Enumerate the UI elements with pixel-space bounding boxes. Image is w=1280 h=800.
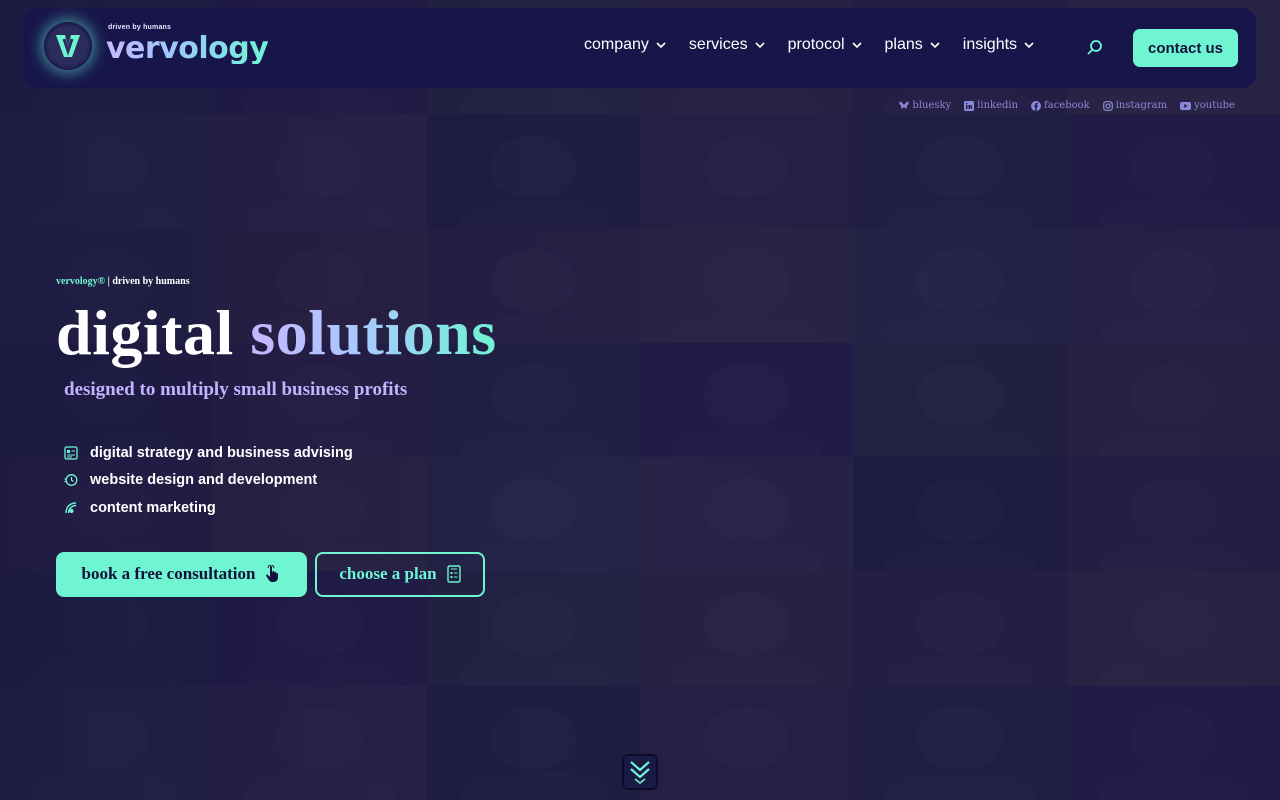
nav-item-label: protocol	[787, 36, 845, 53]
social-link-label: instagram	[1115, 100, 1168, 111]
facebook-icon	[1031, 100, 1042, 111]
button-label: book a free consultation	[81, 564, 256, 583]
hero-subhead: designed to multiply small business prof…	[64, 379, 408, 400]
scroll-down-button[interactable]	[622, 754, 658, 790]
choose-plan-button[interactable]: choose a plan	[315, 551, 485, 597]
social-link-label: linkedin	[977, 100, 1019, 111]
logo-wordmark: vervology	[106, 31, 269, 66]
feature-list: digital strategy and business advising w…	[56, 439, 756, 522]
social-link-instagram[interactable]: instagram	[1102, 100, 1168, 111]
feature-label: digital strategy and business advising	[90, 444, 353, 461]
chevron-down-icon	[755, 42, 765, 49]
plan-list-icon	[446, 565, 461, 583]
double-chevron-down-icon	[630, 761, 650, 785]
logo-mark-icon	[44, 22, 92, 70]
logo-tagline: driven by humans	[108, 24, 172, 31]
feature-label: content marketing	[90, 499, 216, 516]
nav-item-plans[interactable]: plans	[885, 36, 941, 54]
pointer-hand-icon	[265, 565, 281, 583]
marketing-icon	[64, 501, 78, 515]
hero-section: vervology® | driven by humans digital so…	[56, 276, 756, 597]
nav-item-label: company	[584, 36, 649, 53]
nav-item-services[interactable]: services	[689, 36, 766, 54]
eyebrow-brand: vervology®	[56, 276, 106, 287]
book-consultation-button[interactable]: book a free consultation	[56, 551, 307, 597]
social-link-label: facebook	[1044, 100, 1090, 111]
social-link-youtube[interactable]: youtube	[1180, 100, 1235, 111]
social-link-label: youtube	[1194, 100, 1235, 111]
chevron-down-icon	[1024, 42, 1034, 49]
youtube-icon	[1180, 101, 1192, 110]
instagram-icon	[1102, 100, 1113, 111]
hero-eyebrow: vervology® | driven by humans	[56, 276, 756, 287]
main-nav: company services protocol plans insights	[584, 36, 1057, 54]
headline-word-2: solutions	[250, 297, 497, 368]
nav-item-label: insights	[962, 36, 1018, 53]
list-item: digital strategy and business advising	[56, 439, 756, 467]
list-item: website design and development	[56, 467, 756, 495]
website-icon	[64, 473, 78, 487]
nav-item-protocol[interactable]: protocol	[788, 36, 863, 54]
list-item: content marketing	[56, 494, 756, 522]
nav-item-label: plans	[884, 36, 923, 53]
bluesky-icon	[899, 101, 909, 109]
site-header: driven by humans vervology company servi…	[24, 8, 1256, 88]
nav-item-label: services	[688, 36, 748, 53]
hero-cta-group: book a free consultation choose a plan	[56, 551, 756, 597]
social-link-linkedin[interactable]: linkedin	[964, 100, 1018, 111]
hero-headline: digital solutions	[56, 301, 756, 365]
linkedin-icon	[964, 100, 975, 111]
logo[interactable]: driven by humans vervology	[44, 22, 269, 70]
social-link-facebook[interactable]: facebook	[1031, 100, 1090, 111]
social-links: bluesky linkedin facebook instagram yout…	[886, 100, 1235, 111]
search-button[interactable]	[1084, 36, 1106, 58]
chevron-down-icon	[930, 42, 940, 49]
chevron-down-icon	[851, 42, 862, 49]
contact-us-button[interactable]: contact us	[1133, 29, 1238, 67]
nav-item-company[interactable]: company	[584, 36, 667, 54]
button-label: choose a plan	[339, 564, 437, 583]
chevron-down-icon	[656, 42, 666, 49]
social-link-bluesky[interactable]: bluesky	[899, 100, 951, 111]
social-link-label: bluesky	[912, 100, 952, 111]
search-icon	[1087, 40, 1102, 55]
nav-item-insights[interactable]: insights	[963, 36, 1035, 54]
eyebrow-tagline: | driven by humans	[105, 276, 190, 287]
headline-word-1: digital	[56, 297, 234, 368]
strategy-icon	[64, 446, 78, 460]
feature-label: website design and development	[90, 472, 318, 489]
